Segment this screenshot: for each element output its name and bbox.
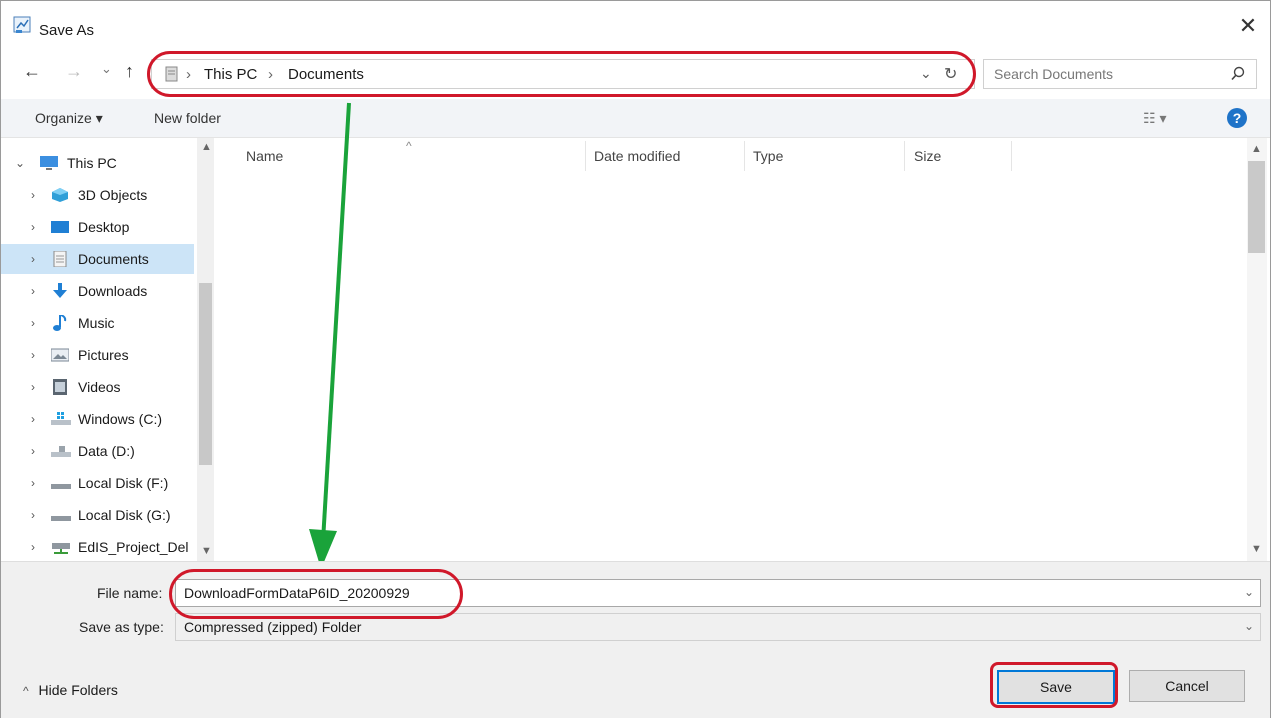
- expand-chevron-icon[interactable]: ›: [31, 284, 35, 298]
- sidebar-item-data-d[interactable]: › Data (D:): [1, 436, 194, 466]
- music-icon: [51, 314, 69, 331]
- expand-chevron-icon[interactable]: ›: [31, 220, 35, 234]
- cancel-button[interactable]: Cancel: [1129, 670, 1245, 702]
- expand-chevron-icon[interactable]: ›: [31, 188, 35, 202]
- sidebar-item-label: Desktop: [78, 219, 130, 235]
- sidebar-item-label: Downloads: [78, 283, 148, 299]
- expand-chevron-icon[interactable]: ›: [31, 476, 35, 490]
- search-icon[interactable]: [1230, 66, 1246, 82]
- column-header-type[interactable]: Type: [753, 148, 783, 164]
- file-list-scroll-thumb[interactable]: [1248, 161, 1265, 253]
- navigation-pane: ⌄ This PC › 3D Objects › Desktop › Docum…: [1, 138, 215, 561]
- expand-chevron-icon[interactable]: ›: [31, 540, 35, 554]
- chevron-up-icon: ^: [23, 684, 29, 698]
- sidebar-item-desktop[interactable]: › Desktop: [1, 212, 194, 242]
- sidebar-item-3d-objects[interactable]: › 3D Objects: [1, 180, 194, 210]
- scroll-up-icon[interactable]: ▲: [201, 141, 212, 153]
- close-icon[interactable]: ✕: [1237, 15, 1259, 37]
- scroll-down-icon[interactable]: ▼: [201, 545, 212, 557]
- file-name-label: File name:: [97, 585, 163, 601]
- new-folder-button[interactable]: New folder: [154, 110, 221, 126]
- organize-button[interactable]: Organize ▾: [35, 110, 103, 127]
- sidebar-item-label: This PC: [67, 155, 117, 171]
- chevron-down-icon[interactable]: ⌄: [1244, 585, 1254, 599]
- up-arrow-icon[interactable]: ↑: [125, 61, 134, 82]
- expand-chevron-icon[interactable]: ›: [31, 316, 35, 330]
- expand-chevron-icon[interactable]: ›: [31, 348, 35, 362]
- dialog-title: Save As: [39, 22, 95, 39]
- sidebar-item-pictures[interactable]: › Pictures: [1, 340, 194, 370]
- drive-icon: [51, 443, 71, 459]
- sidebar-item-music[interactable]: › Music: [1, 308, 194, 338]
- column-header-date-modified[interactable]: Date modified: [594, 148, 680, 164]
- nav-pane-scroll-thumb[interactable]: [199, 283, 212, 465]
- green-arrow-annotation: [309, 102, 351, 569]
- sidebar-item-this-pc[interactable]: ⌄ This PC: [1, 148, 194, 178]
- sidebar-item-downloads[interactable]: › Downloads: [1, 276, 194, 306]
- back-arrow-icon[interactable]: ←: [23, 61, 41, 82]
- expand-chevron-icon[interactable]: ›: [31, 508, 35, 522]
- sidebar-item-label: Music: [78, 315, 115, 331]
- sidebar-item-label: Windows (C:): [78, 411, 163, 427]
- save-as-type-label: Save as type:: [79, 619, 164, 635]
- sort-indicator-icon: ^: [406, 139, 412, 153]
- view-options-icon[interactable]: ☷ ▾: [1143, 110, 1166, 127]
- expand-chevron-icon[interactable]: ›: [31, 412, 35, 426]
- sidebar-item-label: Local Disk (F:): [78, 475, 169, 491]
- column-divider[interactable]: [1011, 141, 1012, 171]
- forward-arrow-icon[interactable]: →: [65, 61, 83, 82]
- sidebar-item-label: EdIS_Project_Del: [78, 539, 189, 555]
- scroll-up-icon[interactable]: ▲: [1251, 143, 1262, 155]
- expand-chevron-icon[interactable]: ›: [31, 252, 35, 266]
- search-input[interactable]: Search Documents: [983, 59, 1257, 89]
- disk-icon: [51, 475, 71, 491]
- column-divider[interactable]: [585, 141, 586, 171]
- column-divider[interactable]: [744, 141, 745, 171]
- save-as-icon: [13, 15, 33, 35]
- sidebar-item-local-disk-g[interactable]: › Local Disk (G:): [1, 500, 194, 530]
- save-button-highlight-annotation: [990, 662, 1118, 708]
- command-bar: Organize ▾ New folder ☷ ▾ ?: [1, 99, 1270, 138]
- computer-icon: [39, 155, 58, 171]
- sidebar-item-label: Pictures: [78, 347, 129, 363]
- save-as-dialog: Save As ✕ ← → ⌄ ↑ › This PC › Documents …: [0, 0, 1271, 718]
- documents-icon: [51, 250, 69, 268]
- sidebar-item-local-disk-f[interactable]: › Local Disk (F:): [1, 468, 194, 498]
- sidebar-item-edis-project[interactable]: › EdIS_Project_Del: [1, 532, 194, 562]
- disk-icon: [51, 507, 71, 523]
- download-icon: [51, 283, 69, 299]
- column-divider[interactable]: [904, 141, 905, 171]
- videos-icon: [51, 379, 69, 395]
- recent-locations-icon[interactable]: ⌄: [101, 61, 112, 77]
- drive-icon: [51, 411, 71, 427]
- expand-chevron-icon[interactable]: ⌄: [15, 156, 25, 170]
- file-name-highlight-annotation: [169, 569, 463, 619]
- hide-folders-toggle[interactable]: ^ Hide Folders: [23, 682, 118, 698]
- file-list-area[interactable]: [223, 177, 1245, 559]
- sidebar-item-windows-c[interactable]: › Windows (C:): [1, 404, 194, 434]
- cube-icon: [51, 187, 69, 203]
- expand-chevron-icon[interactable]: ›: [31, 444, 35, 458]
- address-highlight-annotation: [147, 51, 976, 97]
- help-icon[interactable]: ?: [1227, 108, 1247, 128]
- column-header-size[interactable]: Size: [914, 148, 941, 164]
- sidebar-item-label: Data (D:): [78, 443, 135, 459]
- desktop-icon: [51, 219, 69, 235]
- sidebar-item-videos[interactable]: › Videos: [1, 372, 194, 402]
- column-header-name[interactable]: Name: [246, 148, 283, 164]
- expand-chevron-icon[interactable]: ›: [31, 380, 35, 394]
- sidebar-item-label: Videos: [78, 379, 121, 395]
- pictures-icon: [50, 347, 70, 363]
- sidebar-item-documents[interactable]: › Documents: [1, 244, 194, 274]
- sidebar-item-label: Documents: [78, 251, 149, 267]
- save-as-type-value: Compressed (zipped) Folder: [184, 619, 362, 635]
- search-placeholder: Search Documents: [994, 66, 1114, 82]
- sidebar-item-label: 3D Objects: [78, 187, 148, 203]
- scroll-down-icon[interactable]: ▼: [1251, 543, 1262, 555]
- sidebar-item-label: Local Disk (G:): [78, 507, 171, 523]
- chevron-down-icon[interactable]: ⌄: [1244, 619, 1254, 633]
- network-drive-icon: [51, 539, 70, 555]
- hide-folders-label: Hide Folders: [38, 682, 118, 698]
